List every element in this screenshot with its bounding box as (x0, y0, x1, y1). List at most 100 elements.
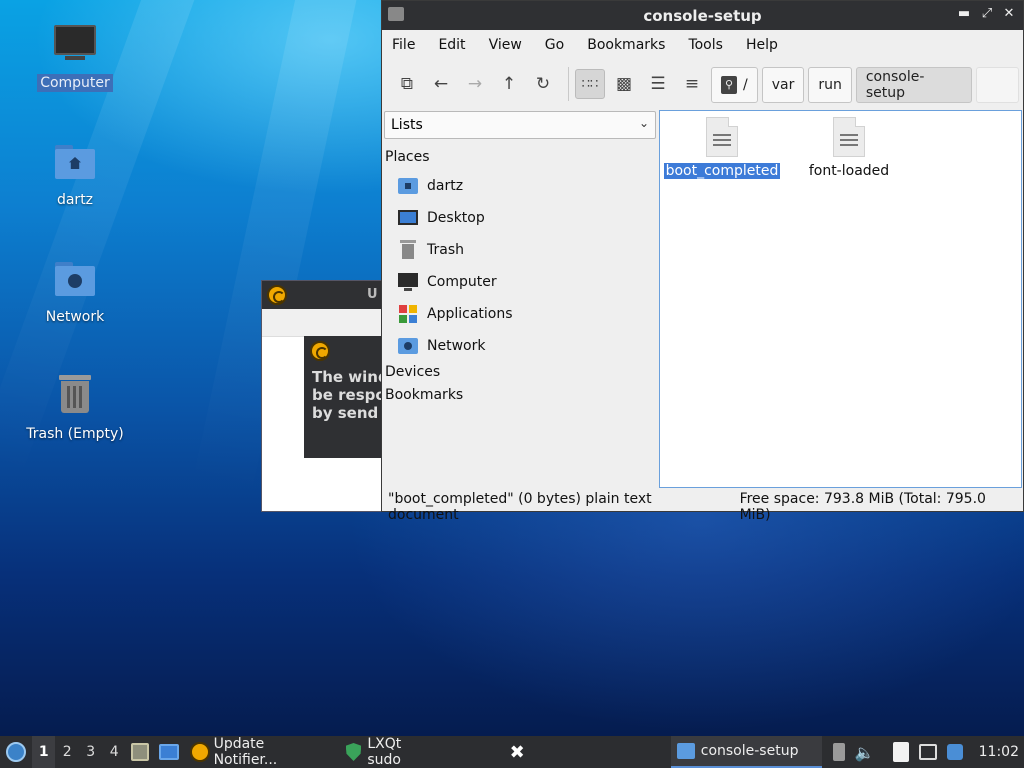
computer-icon (398, 272, 418, 292)
sidebar-mode-select[interactable]: Lists ⌄ (384, 111, 656, 139)
breadcrumb: ⚲ / var run console-setup (711, 67, 1023, 103)
file-view[interactable]: boot_completed font-loaded (659, 110, 1022, 488)
compact-view-button[interactable]: ☰ (643, 69, 673, 99)
minimize-button[interactable]: ▬ (955, 5, 973, 23)
sidebar-item-desktop[interactable]: Desktop (398, 206, 485, 230)
trash-icon (398, 240, 418, 260)
detailed-list-icon: ≡ (684, 74, 700, 94)
desktop-icon-label: Trash (Empty) (26, 426, 124, 442)
bookmarks-header[interactable]: Bookmarks (385, 387, 463, 403)
arrow-up-icon: ↑ (501, 74, 517, 94)
home-folder-icon (398, 176, 418, 196)
places-header[interactable]: Places (385, 149, 430, 165)
new-tab-button[interactable]: ⧉ (392, 69, 422, 99)
menu-view[interactable]: View (489, 37, 522, 53)
tray-network[interactable] (914, 736, 942, 768)
sidebar-item-applications[interactable]: Applications (398, 302, 513, 326)
task-unknown-window[interactable]: ✖ (504, 736, 531, 768)
network-folder-icon (51, 256, 99, 304)
home-folder-icon (51, 139, 99, 187)
sidebar-item-trash[interactable]: Trash (398, 238, 464, 262)
toolbar: ⧉ ← → ↑ ↻ ∷∷ ▩ ☰ ≡ ⚲ / var run console-s… (382, 60, 1023, 108)
breadcrumb-root[interactable]: ⚲ / (711, 67, 758, 103)
sidebar-item-computer[interactable]: Computer (398, 270, 497, 294)
sidebar-item-dartz[interactable]: dartz (398, 174, 463, 198)
tray-clipboard[interactable] (888, 736, 914, 768)
close-x-icon: ✖ (509, 741, 525, 763)
breadcrumb-run[interactable]: run (808, 67, 852, 103)
workspace-4[interactable]: 4 (102, 736, 125, 768)
network-folder-icon (398, 336, 418, 356)
start-menu-button[interactable] (0, 736, 32, 768)
breadcrumb-empty-area[interactable] (975, 67, 1019, 103)
menu-tools[interactable]: Tools (688, 37, 723, 53)
close-button[interactable]: ✕ (1000, 5, 1018, 23)
task-console-setup[interactable]: console-setup (670, 736, 822, 768)
detailed-list-view-button[interactable]: ≡ (677, 69, 707, 99)
window-title: U (367, 287, 378, 302)
thumbnail-view-button[interactable]: ▩ (609, 69, 639, 99)
task-lxqt-sudo[interactable]: LXQt sudo (340, 736, 444, 768)
desktop-icon-trash[interactable]: Trash (Empty) (20, 373, 130, 443)
list-icon: ☰ (650, 74, 666, 94)
clock-time: 11:02 (978, 744, 1019, 760)
update-notifier-window[interactable]: U The wind be respo by send (261, 280, 394, 512)
grid-icon: ∷∷ (581, 76, 599, 92)
tray-updates[interactable] (942, 736, 968, 768)
back-button[interactable]: ← (426, 69, 456, 99)
show-desktop-icon (158, 744, 179, 760)
desktop-icon-dartz[interactable]: dartz (20, 139, 130, 209)
sidebar-item-label: dartz (427, 178, 464, 194)
trash-icon (51, 373, 99, 421)
task-label: Update Notifier... (213, 736, 278, 768)
file-cabinet-icon (130, 743, 149, 761)
window-titlebar[interactable]: U (262, 281, 385, 309)
forward-button[interactable]: → (460, 69, 490, 99)
arrow-left-icon: ← (433, 74, 449, 94)
desktop-icon-label: dartz (56, 192, 94, 208)
up-button[interactable]: ↑ (494, 69, 524, 99)
image-icon: ▩ (615, 74, 633, 94)
menu-go[interactable]: Go (545, 37, 564, 53)
devices-header[interactable]: Devices (385, 364, 440, 380)
quicklaunch-desktop[interactable] (154, 736, 184, 768)
file-item-font-loaded[interactable]: font-loaded (789, 111, 909, 179)
breadcrumb-var[interactable]: var (761, 67, 805, 103)
text-file-icon (706, 117, 738, 157)
file-manager-window[interactable]: console-setup ▬ ⤢ ✕ File Edit View Go Bo… (381, 0, 1024, 523)
sidebar-item-label: Computer (427, 274, 497, 290)
desktop-icon-computer[interactable]: Computer (20, 22, 130, 92)
sidebar-item-label: Trash (427, 242, 464, 258)
file-item-boot-completed[interactable]: boot_completed (662, 111, 782, 179)
workspace-3[interactable]: 3 (79, 736, 102, 768)
desktop-icon-network[interactable]: Network (20, 256, 130, 326)
menu-edit[interactable]: Edit (438, 37, 465, 53)
breadcrumb-console-setup[interactable]: console-setup (855, 67, 972, 103)
text-file-icon (833, 117, 865, 157)
toolbar-separator (568, 67, 569, 101)
menu-file[interactable]: File (392, 37, 415, 53)
maximize-button[interactable]: ⤢ (978, 5, 996, 23)
window-titlebar[interactable]: console-setup ▬ ⤢ ✕ (382, 1, 1023, 30)
task-label: LXQt sudo (367, 736, 402, 768)
selection-status: "boot_completed" (0 bytes) plain text do… (388, 491, 652, 523)
sidebar-item-network[interactable]: Network (398, 334, 485, 358)
window-title: console-setup (643, 7, 762, 25)
task-update-notifier[interactable]: Update Notifier... (184, 736, 336, 768)
tray-volume[interactable]: 🔈 (850, 736, 880, 768)
menu-help[interactable]: Help (746, 37, 778, 53)
tray-volume-scroll[interactable] (828, 736, 850, 768)
workspace-2[interactable]: 2 (55, 736, 78, 768)
desktop-icon-label: Network (45, 309, 105, 325)
arrow-right-icon: → (467, 74, 483, 94)
file-name: font-loaded (808, 163, 890, 179)
computer-icon (51, 22, 99, 70)
icon-view-button[interactable]: ∷∷ (575, 69, 605, 99)
reload-button[interactable]: ↻ (528, 69, 558, 99)
sidebar-mode-value: Lists (391, 117, 423, 133)
search-icon: ⚲ (721, 76, 737, 94)
menu-bookmarks[interactable]: Bookmarks (587, 37, 665, 53)
clock[interactable]: 11:02 (974, 736, 1024, 768)
quicklaunch-file-manager[interactable] (126, 736, 154, 768)
workspace-1[interactable]: 1 (32, 736, 56, 768)
